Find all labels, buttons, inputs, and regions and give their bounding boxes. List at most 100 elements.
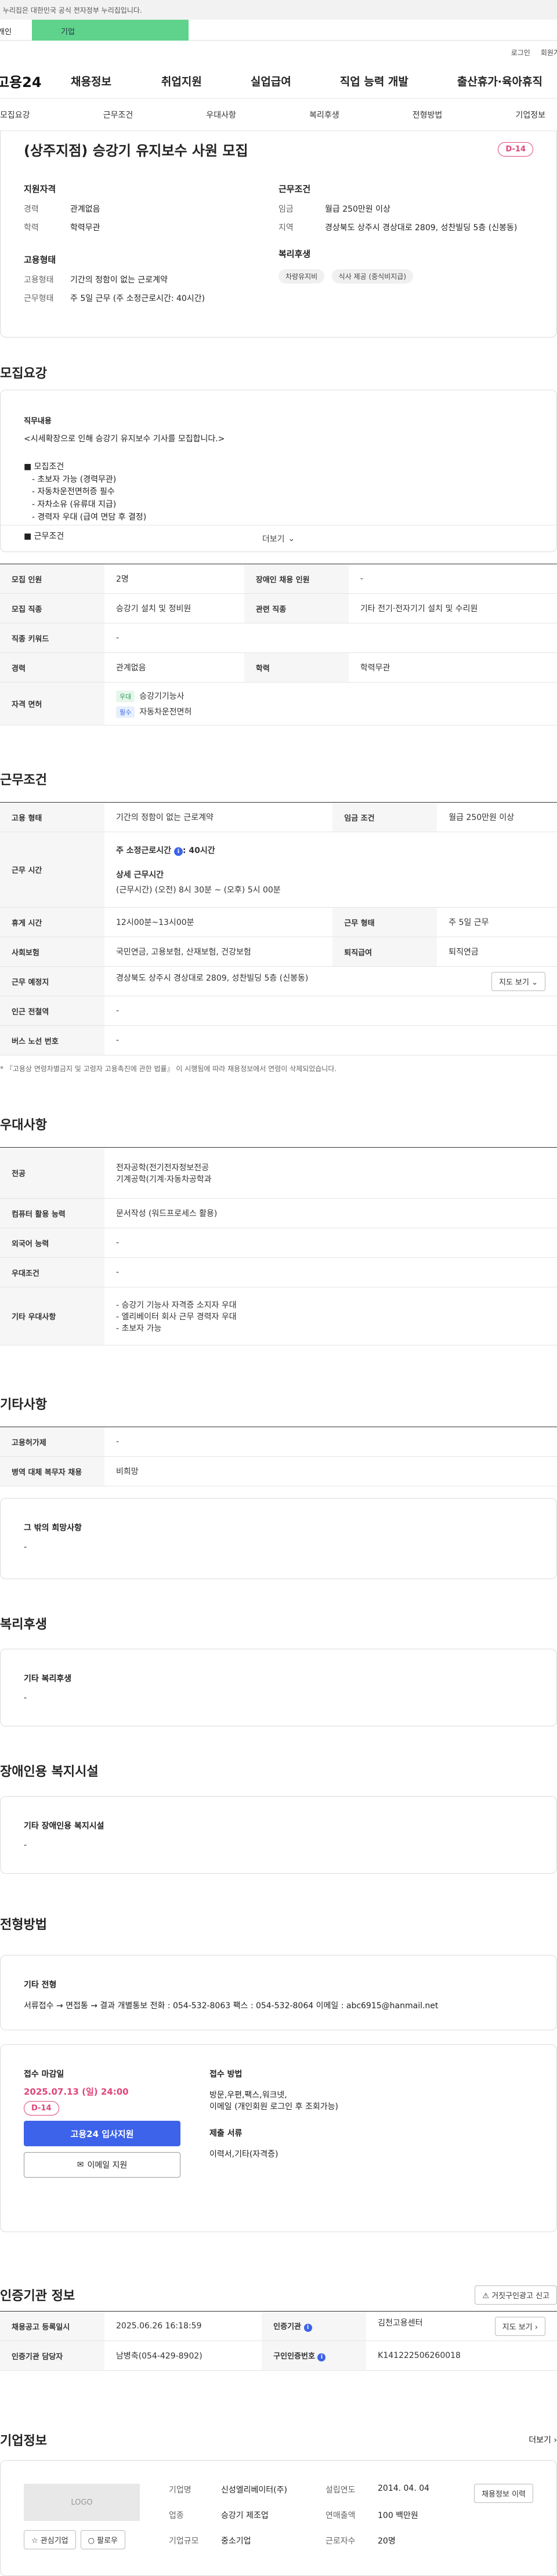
method-label: 접수 방법 — [209, 2070, 243, 2079]
hope-value: - — [24, 1543, 27, 1552]
disabled-label: 기타 장애인용 복지시설 — [24, 1822, 104, 1831]
emp-label: 근무형태 — [24, 293, 54, 303]
anchor-pref[interactable]: 우대사항 — [206, 109, 236, 121]
email-apply-button[interactable]: ✉ 이메일 지원 — [24, 2152, 180, 2178]
anchor-company[interactable]: 기업정보 — [515, 109, 545, 121]
table-row: 모집 직종 승강기 설치 및 정비원 관련 직종 기타 전기·전자기기 설치 및… — [0, 593, 557, 623]
company-card: LOGO ☆ 관심기업 ○ 팔로우 기업명 신성엘리베이터(주) 설립연도 2014… — [0, 2460, 557, 2576]
qual-title: 지원자격 — [24, 184, 56, 194]
qual-label: 경력 — [24, 205, 39, 214]
work-table: 고용 형태 기간의 정함이 없는 근로계약 임금 조건 월급 250만원 이상 … — [0, 802, 557, 1055]
gnb-item-unemployment-benefit[interactable]: 실업급여 — [251, 73, 291, 89]
table-row: 외국어 능력 - — [0, 1228, 557, 1258]
welfare-chip: 차량유지비 — [278, 269, 325, 284]
hours-week-value: : 40시간 — [182, 846, 215, 855]
table-row: 버스 노선 번호 - — [0, 1025, 557, 1055]
pref-section-title: 우대사항 — [0, 1118, 47, 1133]
cert-section-title: 인증기관 정보 — [0, 2289, 75, 2303]
work-section-title: 근무조건 — [0, 773, 47, 788]
gnb-item-jobs[interactable]: 채용정보 — [71, 73, 111, 89]
welfare-title: 복리후생 — [278, 249, 311, 260]
hours-detail-title: 상세 근무시간 — [116, 870, 164, 880]
table-row: 기타 우대사항 - 승강기 기능사 자격증 소지자 우대 - 엘리베이터 회사 근… — [0, 1287, 557, 1345]
screening-etc-label: 기타 전형 — [24, 1980, 57, 1990]
screening-etc-text: 서류접수 → 면접통 → 결과 개별통보 전화 : 054-532-8063 팩… — [24, 2001, 439, 2011]
table-row: 전공 전자공학(전기전자정보전공 기계공학(기계·자동차공학과 — [0, 1147, 557, 1199]
login-link[interactable]: 로그인 — [511, 48, 530, 57]
license-item: 필수 자동차운전면허 — [116, 706, 557, 718]
report-fake-ad-button[interactable]: ⚠ 거짓구인광고 신고 — [475, 2285, 557, 2305]
table-row: 인근 전철역 - — [0, 996, 557, 1026]
recruit-section-title: 모집요강 — [0, 367, 47, 381]
emp-value: 주 5일 근무 (주 소정근로시간: 40시간) — [70, 293, 205, 303]
company-more-link[interactable]: 더보기 › — [529, 2434, 557, 2446]
table-row: 경력 관계없음 학력 학력무관 — [0, 652, 557, 683]
table-row: 고용허가제 - — [0, 1427, 557, 1457]
cond-head: ■ 모집조건 — [24, 462, 64, 471]
info-icon[interactable]: i — [317, 2353, 326, 2361]
dday-badge: D-14 — [498, 142, 533, 157]
apply-button[interactable]: 고용24 입사지원 — [24, 2121, 180, 2146]
cond-value: 경상북도 상주시 경상대로 2809, 성찬빌딩 5층 (신봉동) — [325, 223, 518, 233]
info-icon[interactable]: i — [173, 847, 183, 856]
hiring-history-button[interactable]: 채용정보 이력 — [474, 2484, 533, 2503]
license-item: 우대 승강기기능사 — [116, 690, 557, 702]
major-item: 기계공학(기계·자동차공학과 — [116, 1174, 212, 1184]
table-row: 고용 형태 기간의 정함이 없는 근로계약 임금 조건 월급 250만원 이상 — [0, 802, 557, 832]
disabled-section-title: 장애인용 복지시설 — [0, 1765, 99, 1779]
detail-anchor-nav: 모집요강 근무조건 우대사항 복리후생 전형방법 기업정보 — [0, 99, 557, 131]
disabled-card: 기타 장애인용 복지시설 - — [0, 1796, 557, 1874]
hope-label: 그 밖의 희망사항 — [24, 1523, 82, 1533]
apply-card: 접수 마감일 2025.07.13 (일) 24:00 D-14 고용24 입사… — [0, 2044, 557, 2232]
cond-label: 임금 — [278, 205, 294, 214]
cond-line: - 초보자 가능 (경력무관) — [32, 474, 117, 484]
anchor-work[interactable]: 근무조건 — [103, 109, 133, 121]
disabled-value: - — [24, 1841, 27, 1850]
anchor-recruit[interactable]: 모집요강 — [0, 109, 30, 121]
welfare-section-title: 복리후생 — [0, 1617, 47, 1632]
screening-etc-card: 기타 전형 서류접수 → 면접통 → 결과 개별통보 전화 : 054-532-… — [0, 1955, 557, 2030]
cond-line: - 자동차운전면허증 필수 — [32, 487, 115, 497]
pref-table: 전공 전자공학(전기전자정보전공 기계공학(기계·자동차공학과 컴퓨터 활용 능력… — [0, 1147, 557, 1345]
cond-line: - 자차소유 (유류대 지급) — [32, 499, 117, 509]
screening-section-title: 전형방법 — [0, 1918, 47, 1932]
job-summary-card: (상주지점) 승강기 유지보수 사원 모집 D-14 지원자격 경력 관계없음 학… — [0, 131, 557, 338]
license-tag: 우대 — [116, 690, 135, 702]
table-row: 우대조건 - — [0, 1257, 557, 1287]
follow-button[interactable]: ○ 팔로우 — [80, 2530, 126, 2549]
welfare-chip: 식사 제공 (중식비지급) — [331, 269, 414, 284]
mail-icon: ✉ — [77, 2160, 84, 2169]
signup-link[interactable]: 회원가입 — [541, 48, 557, 57]
major-item: 전자공학(전기전자정보전공 — [116, 1163, 209, 1173]
table-row: 사회보험 국민연금, 고용보험, 산재보험, 건강보험 퇴직급여 퇴직연금 — [0, 937, 557, 967]
tab-personal[interactable]: 개인 — [0, 20, 32, 41]
emp-value: 기간의 정함이 없는 근로계약 — [70, 275, 168, 285]
license-tag: 필수 — [116, 706, 135, 718]
tab-enterprise[interactable]: 기업 — [32, 20, 189, 41]
cond-line: - 경력자 우대 (급여 면담 후 결정) — [32, 512, 147, 522]
gnb-item-leave[interactable]: 출산휴가·육아휴직 — [457, 73, 542, 89]
cond-title: 근무조건 — [278, 184, 311, 194]
anchor-screening[interactable]: 전형방법 — [413, 109, 443, 121]
info-icon[interactable]: i — [303, 2324, 312, 2332]
gnb-item-employment-support[interactable]: 취업지원 — [161, 73, 202, 89]
map-button[interactable]: 지도 보기 ⌄ — [491, 971, 545, 991]
utility-links: 로그인 회원가입 — [0, 41, 557, 64]
more-button[interactable]: 더보기 ⌄ — [1, 525, 556, 552]
cert-table: 채용공고 등록일시 2025.06.26 16:18:59 인증기관 i 김천고… — [0, 2311, 557, 2371]
method-line: 이메일 (개인회원 로그인 후 조회가능) — [209, 2102, 338, 2111]
anchor-welfare[interactable]: 복리후생 — [309, 109, 339, 121]
hope-card: 그 밖의 희망사항 - — [0, 1498, 557, 1579]
docs-value: 이력서,기타(자격증) — [209, 2150, 278, 2159]
welfare-value: - — [24, 1693, 27, 1703]
welfare-card: 기타 복리후생 - — [0, 1649, 557, 1726]
dday-badge: D-14 — [24, 2101, 59, 2116]
chevron-down-icon: ⌄ — [288, 534, 295, 543]
welfare-label: 기타 복리후생 — [24, 1674, 72, 1684]
table-row: 컴퓨터 활용 능력 문서작성 (워드프로세스 활용) — [0, 1198, 557, 1228]
table-row: 직종 키워드 - — [0, 623, 557, 653]
cert-map-button[interactable]: 지도 보기 › — [494, 2316, 545, 2336]
favorite-company-button[interactable]: ☆ 관심기업 — [24, 2530, 76, 2549]
duty-text: <시세확장으로 인해 승강기 유지보수 기사를 모집합니다.> — [24, 434, 225, 444]
gnb-item-skills[interactable]: 직업 능력 개발 — [340, 73, 408, 89]
